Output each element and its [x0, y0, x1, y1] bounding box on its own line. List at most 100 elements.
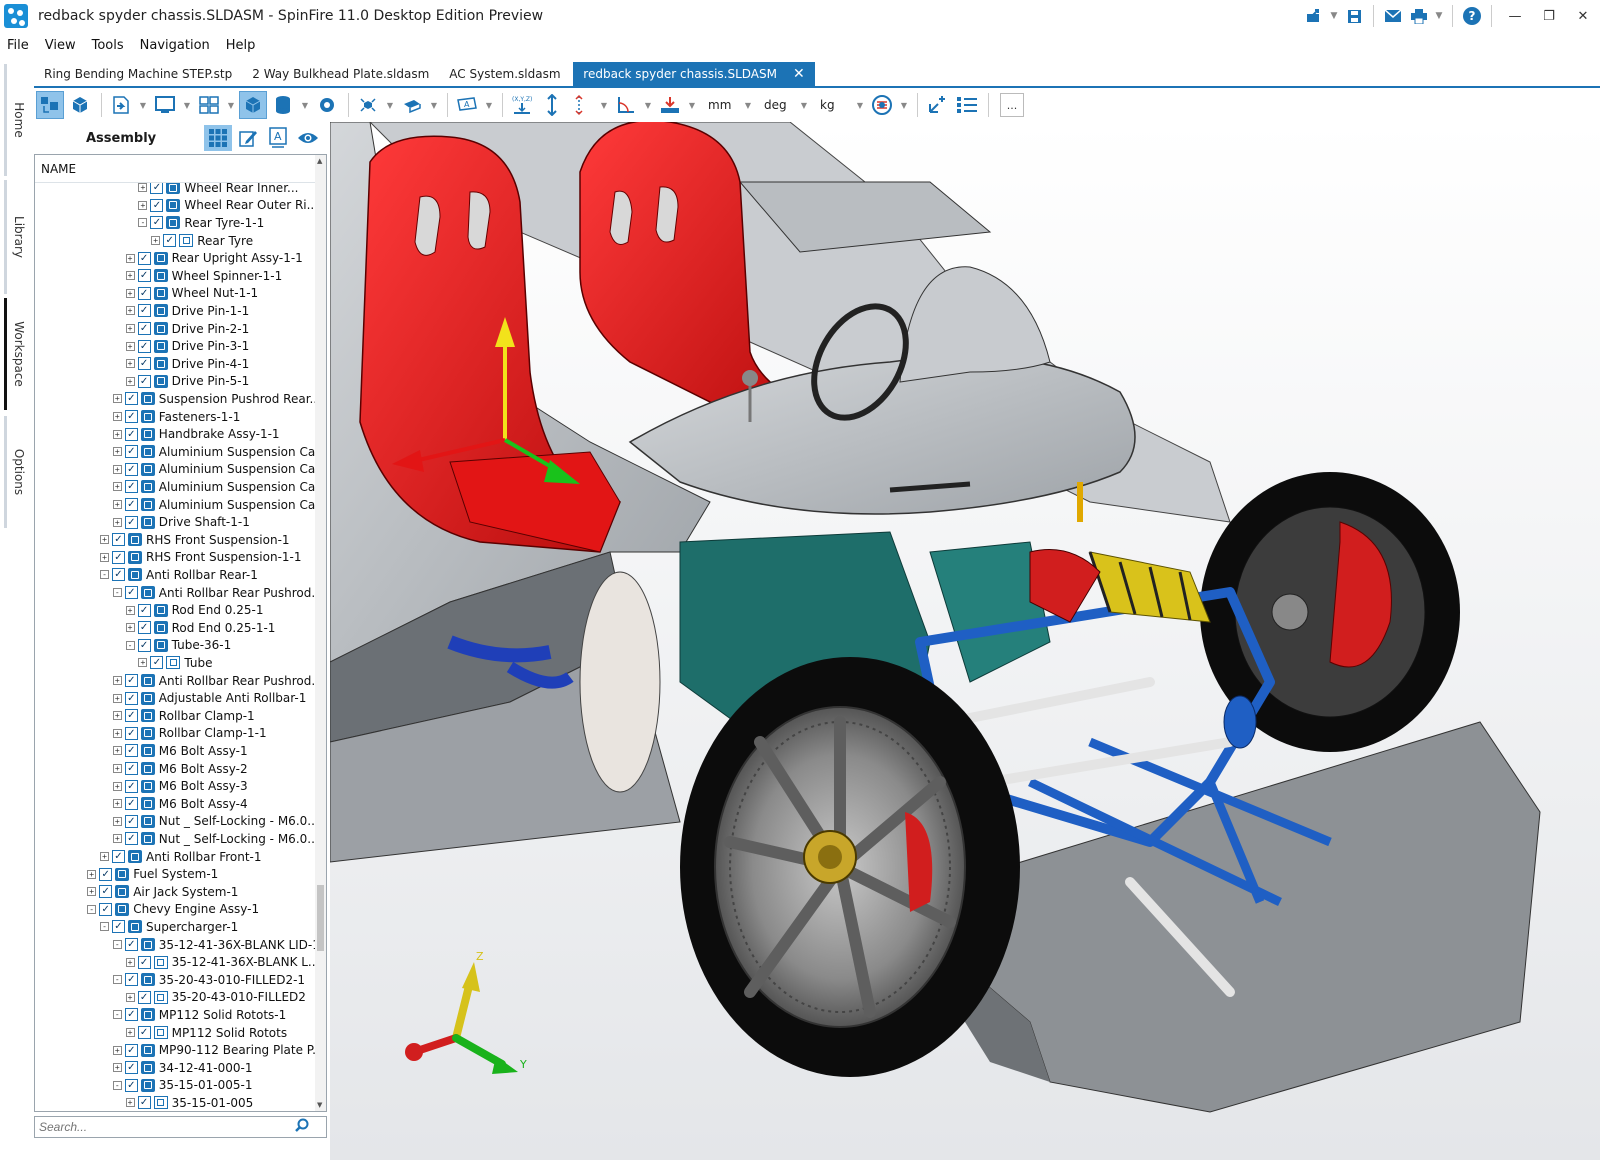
- collapse-icon[interactable]: -: [100, 570, 109, 580]
- unit-settings-dropdown-icon[interactable]: ▼: [898, 91, 910, 119]
- tree-node[interactable]: + ✓ Drive Shaft-1-1: [112, 513, 250, 531]
- visibility-checkbox[interactable]: ✓: [124, 744, 138, 758]
- tree-node[interactable]: + ✓ Rod End 0.25-1-1: [125, 619, 275, 637]
- scroll-thumb[interactable]: [317, 885, 324, 951]
- visibility-checkbox[interactable]: ✓: [124, 938, 138, 952]
- visibility-checkbox[interactable]: ✓: [137, 638, 151, 652]
- expand-icon[interactable]: +: [125, 623, 135, 633]
- expand-icon[interactable]: +: [112, 482, 122, 492]
- annotation-dropdown-icon[interactable]: ▼: [483, 91, 495, 119]
- tree-node[interactable]: - ✓ Supercharger-1: [100, 918, 238, 936]
- model-render[interactable]: Z Y: [330, 122, 1600, 1160]
- tree-node[interactable]: - ✓ 35-20-43-010-FILLED2-1: [112, 971, 305, 989]
- share-icon[interactable]: [1301, 3, 1327, 29]
- expand-icon[interactable]: +: [125, 306, 135, 316]
- select-mode-icon[interactable]: [36, 91, 64, 119]
- visibility-checkbox[interactable]: ✓: [137, 304, 151, 318]
- tree-node[interactable]: + ✓ 35-15-01-005: [125, 1094, 253, 1111]
- visibility-checkbox[interactable]: ✓: [124, 427, 138, 441]
- visibility-checkbox[interactable]: ✓: [124, 498, 138, 512]
- expand-icon[interactable]: +: [112, 500, 122, 510]
- expand-icon[interactable]: +: [112, 464, 122, 474]
- visibility-checkbox[interactable]: ✓: [150, 656, 164, 670]
- collapse-icon[interactable]: -: [87, 904, 97, 914]
- tree-node[interactable]: - ✓ Anti Rollbar Rear-1: [100, 566, 258, 584]
- visibility-checkbox[interactable]: ✓: [112, 850, 125, 864]
- close-icon[interactable]: ✕: [1566, 9, 1600, 24]
- expand-icon[interactable]: +: [125, 376, 135, 386]
- collapse-icon[interactable]: -: [125, 640, 135, 650]
- expand-icon[interactable]: +: [112, 1063, 122, 1073]
- menu-help[interactable]: Help: [226, 38, 256, 53]
- tree-node[interactable]: + ✓ Adjustable Anti Rollbar-1: [112, 689, 306, 707]
- visibility-checkbox[interactable]: ✓: [99, 885, 113, 899]
- scroll-up-icon[interactable]: ▲: [317, 157, 322, 165]
- screen-icon[interactable]: [151, 91, 179, 119]
- collapse-icon[interactable]: -: [138, 218, 148, 228]
- tree-node[interactable]: + ✓ Wheel Spinner-1-1: [125, 267, 282, 285]
- menu-navigation[interactable]: Navigation: [140, 38, 210, 53]
- tree-node[interactable]: + ✓ Air Jack System-1: [87, 883, 238, 901]
- cylinder-dropdown-icon[interactable]: ▼: [299, 91, 311, 119]
- visibility-checkbox[interactable]: ✓: [137, 621, 151, 635]
- visibility-checkbox[interactable]: ✓: [124, 586, 138, 600]
- visibility-checkbox[interactable]: ✓: [124, 480, 138, 494]
- measure-caret-icon[interactable]: ▼: [598, 91, 610, 119]
- tree-node[interactable]: + ✓ Rollbar Clamp-1: [112, 707, 255, 725]
- visibility-checkbox[interactable]: ✓: [112, 533, 125, 547]
- section-dropdown-icon[interactable]: ▼: [428, 91, 440, 119]
- visibility-checkbox[interactable]: ✓: [124, 762, 138, 776]
- tree-node[interactable]: + ✓ Drive Pin-4-1: [125, 355, 249, 373]
- explode-dropdown-icon[interactable]: ▼: [384, 91, 396, 119]
- tree-node[interactable]: + ✓ Suspension Pushrod Rear...: [112, 390, 315, 408]
- scroll-down-icon[interactable]: ▼: [317, 1101, 322, 1109]
- expand-icon[interactable]: +: [112, 816, 122, 826]
- collapse-icon[interactable]: -: [112, 588, 122, 598]
- visibility-checkbox[interactable]: ✓: [124, 445, 138, 459]
- expand-icon[interactable]: +: [112, 746, 122, 756]
- menu-tools[interactable]: Tools: [92, 38, 124, 53]
- visibility-checkbox[interactable]: ✓: [99, 867, 113, 881]
- visibility-checkbox[interactable]: ✓: [150, 216, 164, 230]
- visibility-checkbox[interactable]: ✓: [124, 797, 138, 811]
- expand-icon[interactable]: +: [112, 834, 122, 844]
- angle-dropdown-icon[interactable]: ▼: [642, 91, 654, 119]
- visibility-checkbox[interactable]: ✓: [124, 515, 138, 529]
- measure-dropdown-icon[interactable]: [568, 91, 596, 119]
- visibility-checkbox[interactable]: ✓: [137, 990, 151, 1004]
- tree-node[interactable]: + ✓ Aluminium Suspension Ca...: [112, 496, 315, 514]
- cube-select-icon[interactable]: [66, 91, 94, 119]
- tree-node[interactable]: + ✓ Drive Pin-3-1: [125, 337, 249, 355]
- expand-icon[interactable]: +: [125, 605, 135, 615]
- tree-node[interactable]: + ✓ Rod End 0.25-1: [125, 601, 263, 619]
- visibility-checkbox[interactable]: ✓: [124, 814, 138, 828]
- tree-node[interactable]: - ✓ MP112 Solid Rotots-1: [112, 1006, 286, 1024]
- expand-icon[interactable]: +: [125, 253, 135, 263]
- visibility-checkbox[interactable]: ✓: [124, 462, 138, 476]
- measure-distance-icon[interactable]: [538, 91, 566, 119]
- visibility-checkbox[interactable]: ✓: [137, 286, 151, 300]
- visibility-checkbox[interactable]: ✓: [124, 726, 138, 740]
- layout-grid-icon[interactable]: [195, 91, 223, 119]
- collapse-icon[interactable]: -: [112, 1080, 122, 1090]
- tree-node[interactable]: + ✓ M6 Bolt Assy-2: [112, 760, 248, 778]
- unit-mass[interactable]: kg: [820, 98, 854, 112]
- visibility-checkbox[interactable]: ✓: [112, 550, 125, 564]
- visibility-checkbox[interactable]: ✓: [112, 920, 125, 934]
- expand-icon[interactable]: +: [125, 341, 135, 351]
- tab-ring-bending[interactable]: Ring Bending Machine STEP.stp: [34, 62, 242, 86]
- explode-icon[interactable]: [354, 91, 382, 119]
- tab-redback-chassis[interactable]: redback spyder chassis.SLDASM ✕: [573, 62, 815, 86]
- expand-icon[interactable]: +: [138, 200, 148, 210]
- tree-node[interactable]: + ✓ RHS Front Suspension-1: [100, 531, 290, 549]
- tree-node[interactable]: + ✓ Drive Pin-2-1: [125, 320, 249, 338]
- tree-view-icon[interactable]: [204, 125, 232, 151]
- side-tab-workspace[interactable]: Workspace: [4, 298, 28, 410]
- collapse-icon[interactable]: -: [100, 922, 109, 932]
- expand-icon[interactable]: +: [112, 412, 122, 422]
- visibility-checkbox[interactable]: ✓: [150, 183, 164, 195]
- gear-knob[interactable]: [742, 370, 758, 386]
- point-coordinate-icon[interactable]: (X,Y,Z): [508, 91, 536, 119]
- tree-node[interactable]: + ✓ Drive Pin-1-1: [125, 302, 249, 320]
- expand-icon[interactable]: +: [112, 728, 122, 738]
